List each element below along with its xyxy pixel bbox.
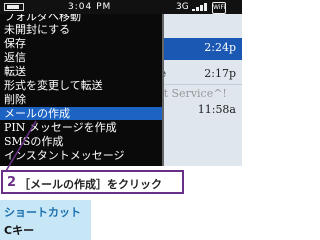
shortcut-title: ショートカット	[4, 206, 81, 219]
step-callout: 2 ［メールの作成］をクリック	[1, 170, 184, 194]
shortcut-box: ショートカット Cキー	[0, 200, 91, 240]
step-instruction: ［メールの作成］をクリック	[19, 178, 162, 191]
pointer-line	[5, 120, 37, 172]
shortcut-key: Cキー	[4, 224, 35, 237]
step-number: 2	[7, 175, 17, 190]
